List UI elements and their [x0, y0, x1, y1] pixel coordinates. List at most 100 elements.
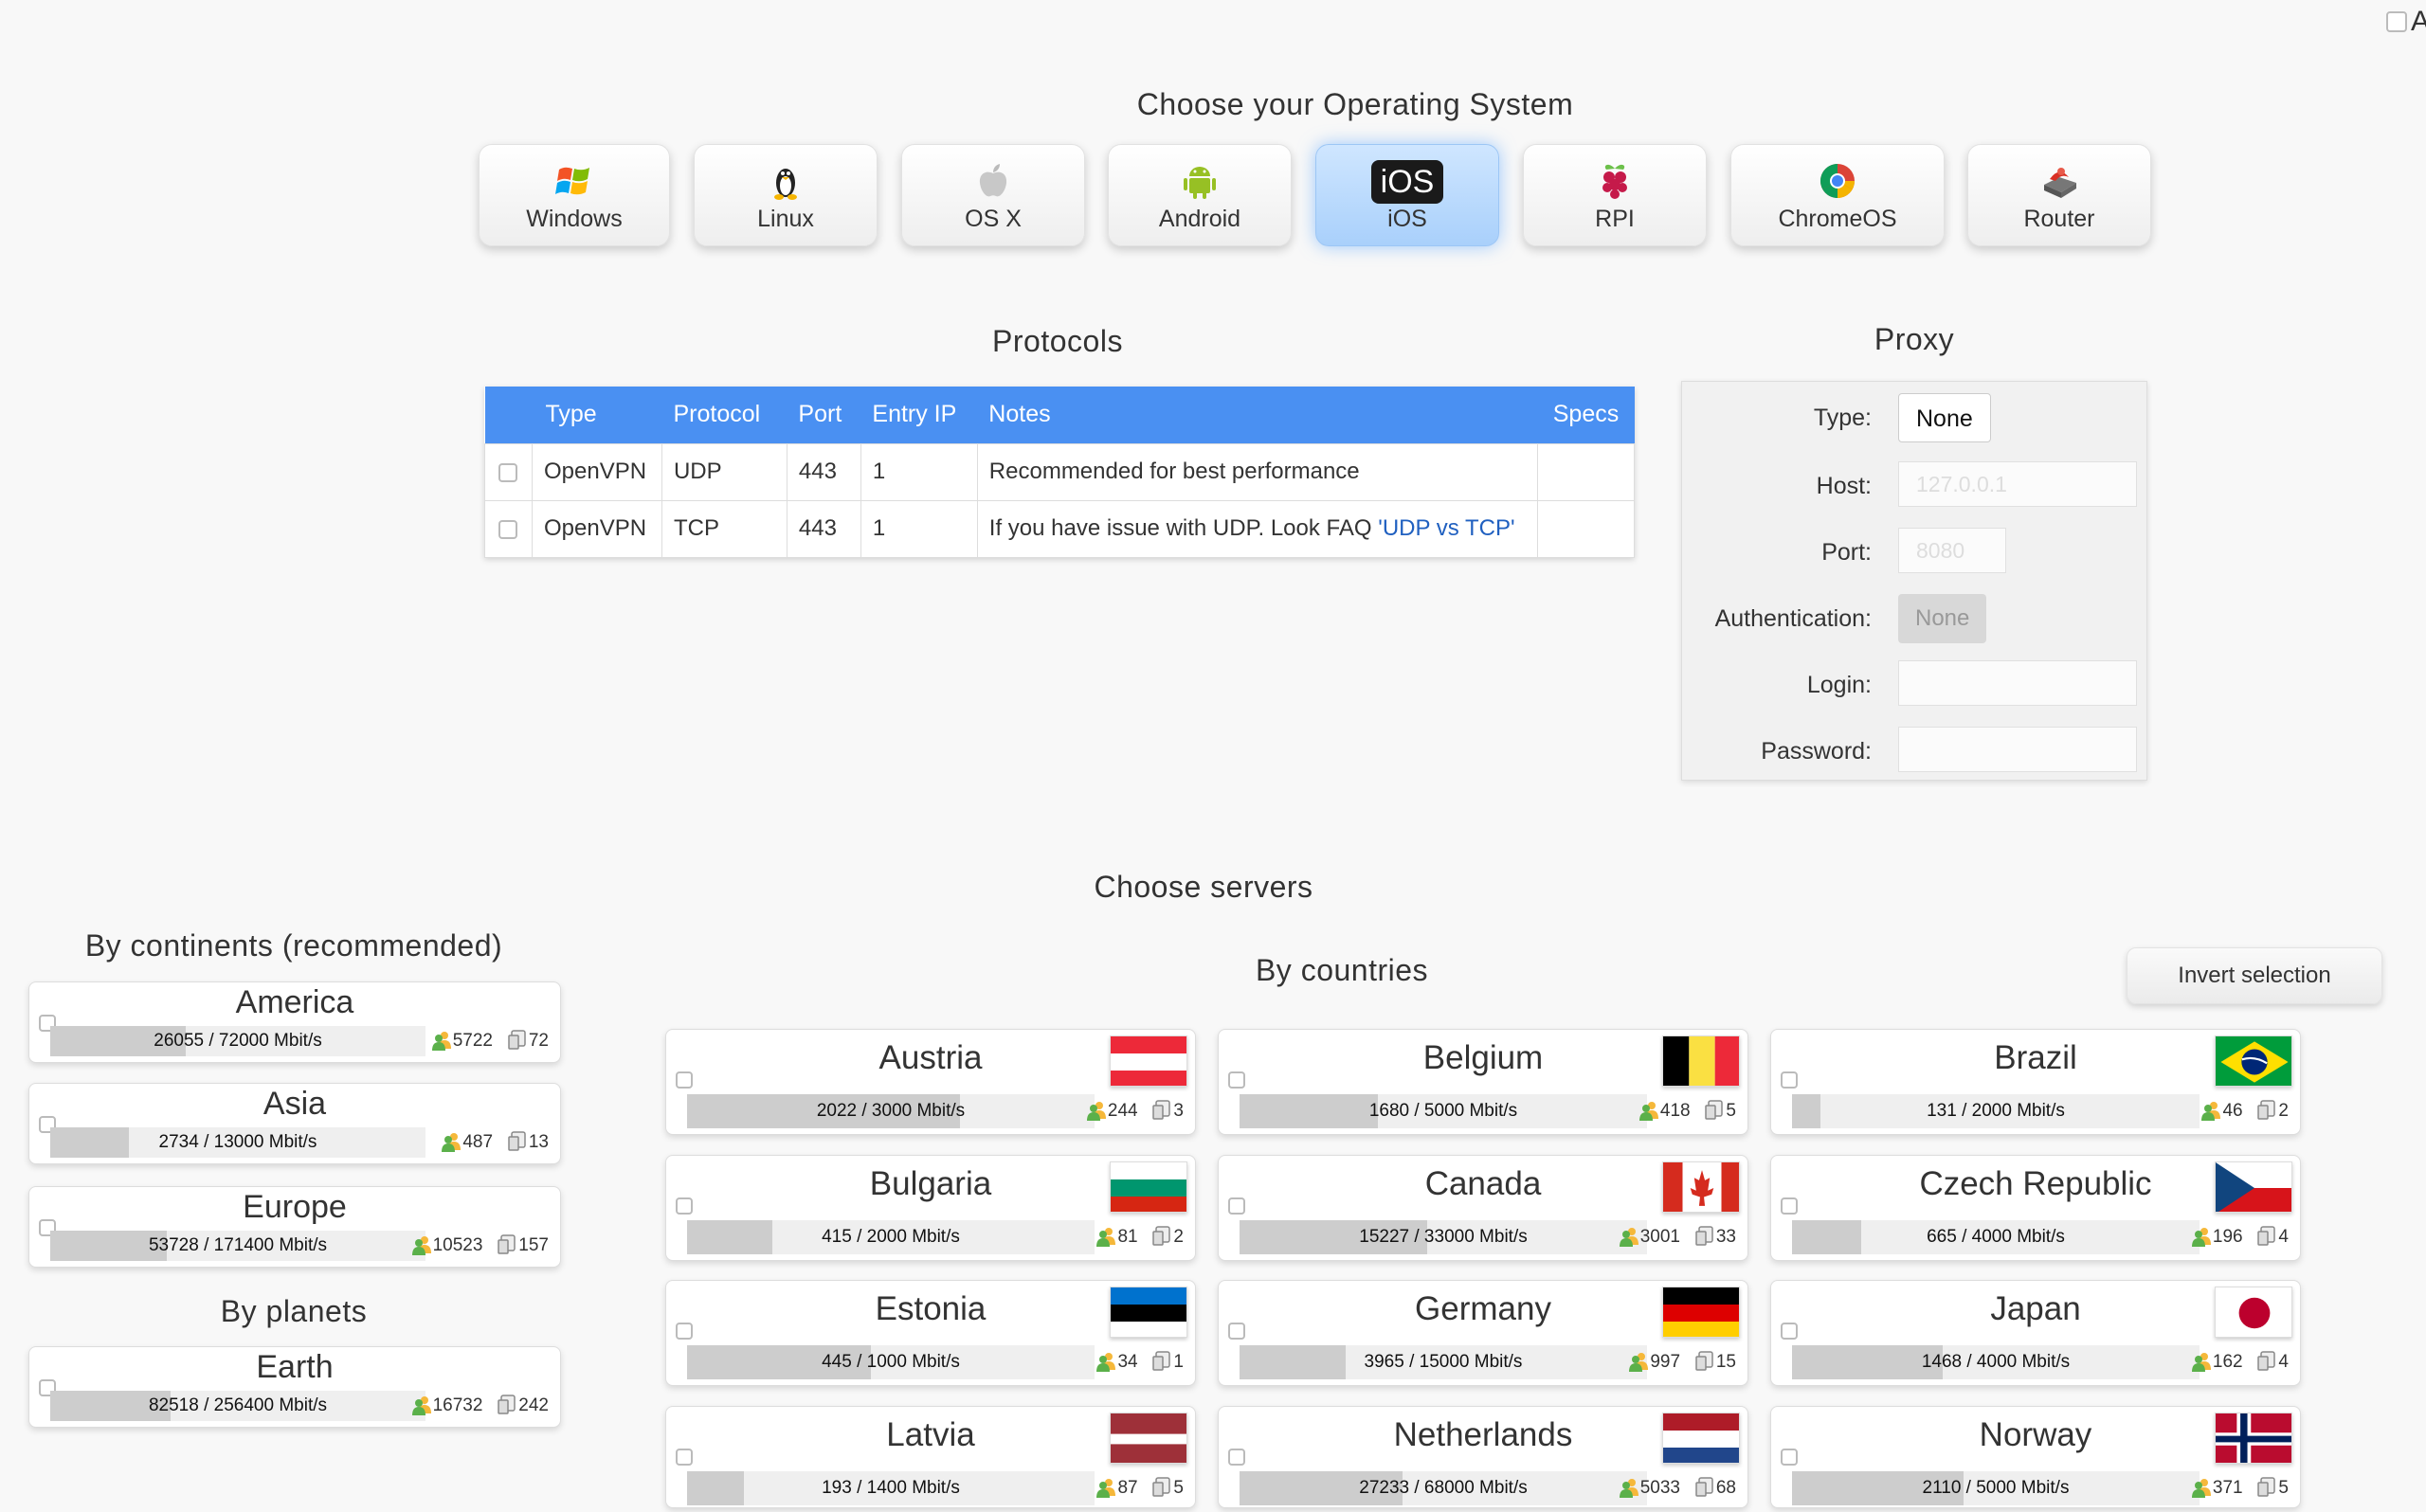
server-stats: 5033 68	[1619, 1477, 1736, 1499]
cell-specs	[1536, 499, 1636, 558]
os-label: iOS	[1387, 206, 1427, 232]
cell-port: 443	[786, 499, 861, 558]
os-button-linux[interactable]: Linux	[694, 144, 878, 246]
os-label: Windows	[526, 206, 623, 232]
os-button-osx[interactable]: OS X	[901, 144, 1085, 246]
server-icon	[1152, 1100, 1171, 1120]
os-button-windows[interactable]: Windows	[479, 144, 670, 246]
server-card-bulgaria[interactable]: Bulgaria 415 / 2000 Mbit/s 81 2	[665, 1155, 1196, 1261]
proxy-password-input[interactable]	[1898, 727, 2137, 772]
cell-type: OpenVPN	[531, 442, 662, 501]
users-icon	[1096, 1228, 1116, 1247]
os-section-title: Choose your Operating System	[1136, 87, 1574, 121]
cell-port: 443	[786, 442, 861, 501]
bandwidth-text: 2022 / 3000 Mbit/s	[816, 1101, 966, 1121]
planets-title: By planets	[220, 1294, 368, 1328]
cell-type: OpenVPN	[531, 499, 662, 558]
proxy-login-input[interactable]	[1898, 660, 2137, 706]
notes-text: Recommended for best performance	[988, 459, 1360, 484]
server-card-europe[interactable]: Europe 53728 / 171400 Mbit/s 10523 157	[28, 1186, 561, 1268]
server-card-czech-republic[interactable]: Czech Republic 665 / 4000 Mbit/s 196 4	[1770, 1155, 2301, 1261]
row-checkbox-cell[interactable]	[484, 442, 533, 501]
servers-count: 4	[2278, 1227, 2289, 1247]
table-header-row: Type Protocol Port Entry IP Notes Specs	[484, 387, 1635, 443]
server-card-norway[interactable]: Norway 2110 / 5000 Mbit/s 371 5	[1770, 1406, 2301, 1508]
notes-text: If you have issue with UDP. Look FAQ	[988, 515, 1379, 541]
server-card-belgium[interactable]: Belgium 1680 / 5000 Mbit/s 418 5	[1218, 1029, 1748, 1135]
users-icon	[411, 1236, 431, 1255]
bandwidth-text: 1468 / 4000 Mbit/s	[1921, 1352, 2071, 1372]
server-icon	[1152, 1351, 1171, 1371]
os-button-android[interactable]: Android	[1108, 144, 1292, 246]
table-row[interactable]: OpenVPN TCP 443 1 If you have issue with…	[484, 499, 1636, 558]
faq-udp-vs-tcp-link[interactable]: 'UDP vs TCP'	[1378, 515, 1514, 541]
flag-brazil-icon	[2215, 1035, 2292, 1087]
bandwidth-text: 2734 / 13000 Mbit/s	[158, 1132, 317, 1152]
table-row[interactable]: OpenVPN UDP 443 1 Recommended for best p…	[484, 442, 1636, 501]
servers-count: 242	[518, 1395, 549, 1415]
server-stats: 196 4	[2191, 1226, 2289, 1248]
windows-icon	[555, 167, 589, 195]
server-card-earth[interactable]: Earth 82518 / 256400 Mbit/s 16732 242	[28, 1346, 561, 1428]
header-entry-ip: Entry IP	[860, 387, 978, 443]
server-icon	[508, 1030, 526, 1050]
row-checkbox-cell[interactable]	[484, 499, 533, 558]
protocols-table: Type Protocol Port Entry IP Notes Specs …	[484, 387, 1636, 558]
flag-netherlands-icon	[1662, 1413, 1740, 1464]
cell-entry-ip: 1	[860, 442, 978, 501]
flag-czech-icon	[2215, 1161, 2292, 1213]
server-card-japan[interactable]: Japan 1468 / 4000 Mbit/s 162 4	[1770, 1280, 2301, 1386]
server-card-netherlands[interactable]: Netherlands 27233 / 68000 Mbit/s 5033 68	[1218, 1406, 1748, 1508]
users-icon	[1096, 1479, 1116, 1498]
server-card-austria[interactable]: Austria 2022 / 3000 Mbit/s 244 3	[665, 1029, 1196, 1135]
bandwidth-text: 27233 / 68000 Mbit/s	[1359, 1478, 1528, 1498]
os-button-rpi[interactable]: RPI	[1523, 144, 1707, 246]
users-count: 3001	[1639, 1227, 1681, 1247]
proxy-host-input[interactable]: 127.0.0.1	[1898, 461, 2137, 507]
proxy-port-input[interactable]: 8080	[1898, 528, 2006, 573]
proxy-auth-select[interactable]: None	[1898, 594, 1987, 643]
flag-austria-icon	[1110, 1035, 1187, 1087]
corner-checkbox[interactable]	[2386, 11, 2407, 32]
users-count: 10523	[432, 1235, 483, 1255]
invert-selection-button[interactable]: Invert selection	[2127, 947, 2382, 1004]
apple-icon	[979, 164, 1007, 197]
bandwidth-text: 131 / 2000 Mbit/s	[1927, 1101, 2065, 1121]
row-checkbox[interactable]	[498, 519, 518, 539]
server-stats: 81 2	[1096, 1226, 1184, 1248]
proxy-type-select[interactable]: None	[1898, 393, 1991, 442]
server-card-germany[interactable]: Germany 3965 / 15000 Mbit/s 997 15	[1218, 1280, 1748, 1386]
cell-protocol: UDP	[661, 442, 788, 501]
server-icon	[2257, 1477, 2276, 1497]
server-stats: 3001 33	[1619, 1226, 1736, 1248]
proxy-port-label: Port:	[1821, 539, 1872, 566]
users-icon	[1638, 1102, 1658, 1121]
server-stats: 46 2	[2201, 1100, 2289, 1122]
server-name: Asia	[263, 1086, 327, 1122]
bandwidth-text: 26055 / 72000 Mbit/s	[154, 1031, 322, 1051]
header-specs: Specs	[1537, 387, 1635, 443]
users-count: 46	[2222, 1101, 2243, 1121]
server-stats: 34 1	[1096, 1351, 1184, 1373]
server-card-brazil[interactable]: Brazil 131 / 2000 Mbit/s 46 2	[1770, 1029, 2301, 1135]
server-card-america[interactable]: America 26055 / 72000 Mbit/s 5722 72	[28, 981, 561, 1063]
os-label: RPI	[1595, 206, 1635, 232]
os-button-chromeos[interactable]: ChromeOS	[1730, 144, 1945, 246]
os-button-ios[interactable]: iOS iOS	[1315, 144, 1499, 246]
protocols-title: Protocols	[992, 324, 1123, 358]
flag-belgium-icon	[1662, 1035, 1740, 1087]
server-stats: 487 13	[442, 1131, 549, 1153]
server-card-canada[interactable]: Canada 15227 / 33000 Mbit/s 3001 33	[1218, 1155, 1748, 1261]
server-card-estonia[interactable]: Estonia 445 / 1000 Mbit/s 34 1	[665, 1280, 1196, 1386]
os-button-router[interactable]: Router	[1967, 144, 2151, 246]
server-card-latvia[interactable]: Latvia 193 / 1400 Mbit/s 87 5	[665, 1406, 1196, 1508]
os-label: OS X	[965, 206, 1022, 232]
bandwidth-text: 665 / 4000 Mbit/s	[1927, 1227, 2065, 1247]
flag-canada-icon	[1662, 1161, 1740, 1213]
server-card-asia[interactable]: Asia 2734 / 13000 Mbit/s 487 13	[28, 1083, 561, 1164]
users-icon	[2201, 1102, 2221, 1121]
server-icon	[1152, 1226, 1171, 1246]
server-icon	[498, 1234, 516, 1254]
proxy-auth-label: Authentication:	[1714, 605, 1872, 632]
row-checkbox[interactable]	[498, 462, 518, 482]
